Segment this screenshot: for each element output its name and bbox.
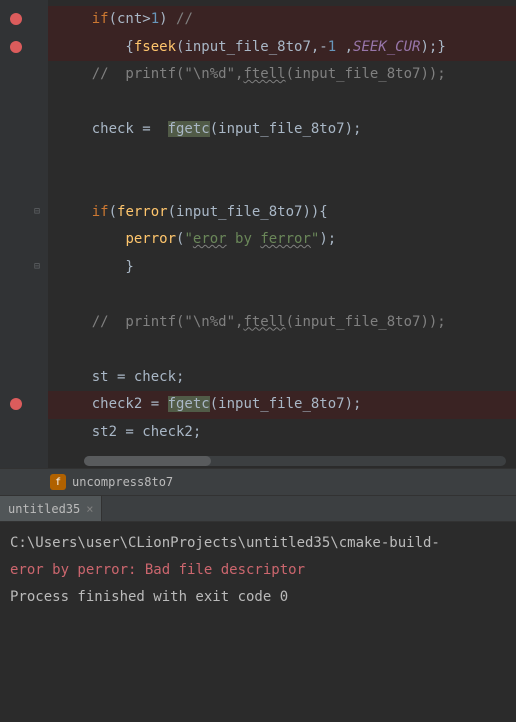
code-line[interactable]: check2 = fgetc(input_file_8to7);: [48, 391, 516, 419]
fold-marker-icon[interactable]: ⊟: [34, 261, 44, 271]
console-line: eror by perror: Bad file descriptor: [10, 557, 506, 584]
code-line[interactable]: check = fgetc(input_file_8to7);: [48, 116, 516, 144]
code-line[interactable]: [48, 144, 516, 172]
code-line[interactable]: [48, 336, 516, 364]
function-icon: f: [50, 474, 66, 490]
code-line[interactable]: // printf("\n%d",ftell(input_file_8to7))…: [48, 309, 516, 337]
code-line[interactable]: {fseek(input_file_8to7,-1 ,SEEK_CUR);}: [48, 34, 516, 62]
code-line[interactable]: if(ferror(input_file_8to7)){: [48, 199, 516, 227]
code-line[interactable]: perror("eror by ferror");: [48, 226, 516, 254]
console-tab[interactable]: untitled35 ×: [0, 496, 102, 521]
scroll-thumb[interactable]: [84, 456, 211, 466]
code-line[interactable]: st = check;: [48, 364, 516, 392]
console-output[interactable]: C:\Users\user\CLionProjects\untitled35\c…: [0, 522, 516, 722]
close-icon[interactable]: ×: [86, 502, 93, 516]
console-line: C:\Users\user\CLionProjects\untitled35\c…: [10, 530, 506, 557]
code-line[interactable]: st2 = check2;: [48, 419, 516, 447]
fold-marker-icon[interactable]: ⊟: [34, 206, 44, 216]
breadcrumb-function[interactable]: uncompress8to7: [72, 475, 173, 489]
code-line[interactable]: }: [48, 254, 516, 282]
breakpoint-marker[interactable]: [10, 41, 22, 53]
breadcrumb-bar: f uncompress8to7: [0, 468, 516, 496]
code-line[interactable]: [48, 171, 516, 199]
code-line[interactable]: [48, 281, 516, 309]
code-line[interactable]: [48, 89, 516, 117]
code-area[interactable]: if(cnt>1) // {fseek(input_file_8to7,-1 ,…: [48, 0, 516, 468]
code-line[interactable]: if(cnt>1) //: [48, 6, 516, 34]
editor-area: ⊟⊟ if(cnt>1) // {fseek(input_file_8to7,-…: [0, 0, 516, 468]
breakpoint-marker[interactable]: [10, 13, 22, 25]
code-line[interactable]: // printf("\n%d",ftell(input_file_8to7))…: [48, 61, 516, 89]
console-tab-label: untitled35: [8, 502, 80, 516]
editor-gutter[interactable]: ⊟⊟: [0, 0, 48, 468]
console-tab-bar: untitled35 ×: [0, 496, 516, 522]
console-line: Process finished with exit code 0: [10, 584, 506, 611]
breakpoint-marker[interactable]: [10, 398, 22, 410]
horizontal-scrollbar[interactable]: [84, 456, 506, 466]
